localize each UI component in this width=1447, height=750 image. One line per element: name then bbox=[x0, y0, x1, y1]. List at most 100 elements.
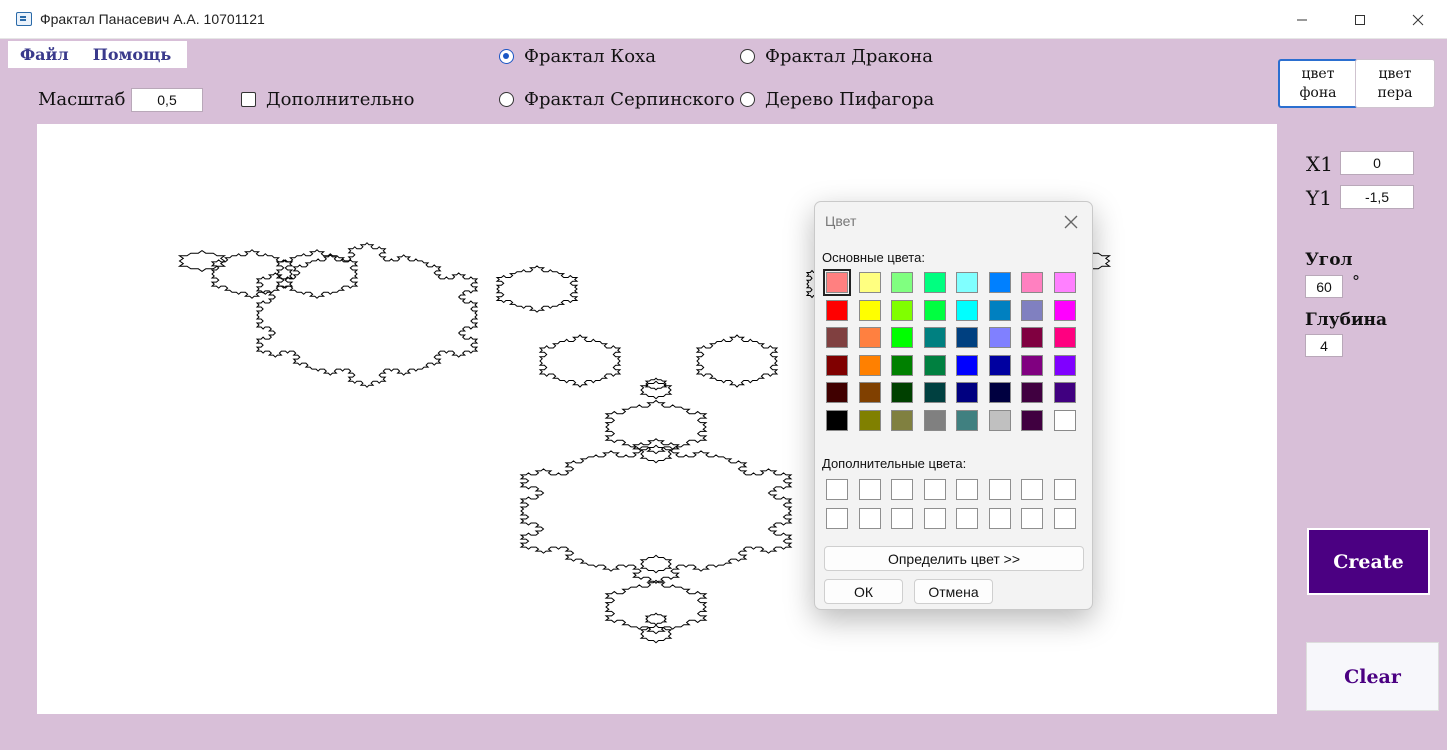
radio-koch[interactable]: Фрактал Коха bbox=[499, 46, 656, 67]
custom-color-swatch[interactable] bbox=[858, 508, 881, 529]
basic-color-swatch[interactable] bbox=[858, 272, 881, 293]
x1-input[interactable]: 0 bbox=[1340, 151, 1414, 175]
basic-color-swatch[interactable] bbox=[923, 327, 946, 348]
basic-color-swatch[interactable] bbox=[1053, 382, 1076, 403]
basic-color-swatch[interactable] bbox=[923, 272, 946, 293]
custom-color-swatch[interactable] bbox=[1021, 508, 1043, 529]
dialog-close-icon[interactable] bbox=[1061, 212, 1081, 232]
menu-file[interactable]: Файл bbox=[8, 45, 81, 64]
depth-input[interactable]: 4 bbox=[1305, 334, 1343, 357]
basic-color-swatch[interactable] bbox=[956, 354, 978, 376]
custom-color-swatch[interactable] bbox=[826, 508, 848, 529]
custom-color-swatch[interactable] bbox=[1053, 479, 1076, 500]
basic-color-swatch[interactable] bbox=[858, 409, 881, 431]
koch-snowflake-shape bbox=[538, 334, 622, 388]
minimize-button[interactable] bbox=[1273, 0, 1331, 39]
radio-sierpinski-dot[interactable] bbox=[499, 92, 514, 107]
basic-color-swatch[interactable] bbox=[1021, 382, 1043, 403]
bg-color-button[interactable]: цвет фона bbox=[1278, 59, 1358, 108]
custom-color-swatch[interactable] bbox=[891, 479, 913, 500]
angle-input[interactable]: 60 bbox=[1305, 275, 1343, 298]
bg-color-button-line2: фона bbox=[1299, 84, 1337, 101]
close-icon bbox=[1412, 14, 1424, 25]
basic-color-swatch[interactable] bbox=[858, 354, 881, 376]
basic-color-swatch[interactable] bbox=[1053, 354, 1076, 376]
radio-dragon-dot[interactable] bbox=[740, 49, 755, 64]
basic-color-swatch[interactable] bbox=[923, 409, 946, 431]
basic-color-swatch[interactable] bbox=[956, 299, 978, 321]
ok-button[interactable]: ОК bbox=[824, 579, 903, 604]
basic-color-swatch[interactable] bbox=[891, 409, 913, 431]
cancel-button[interactable]: Отмена bbox=[914, 579, 993, 604]
basic-color-swatch[interactable] bbox=[956, 409, 978, 431]
basic-color-swatch[interactable] bbox=[1021, 409, 1043, 431]
basic-color-swatch[interactable] bbox=[823, 269, 851, 296]
basic-color-swatch[interactable] bbox=[891, 272, 913, 293]
basic-color-swatch[interactable] bbox=[1021, 272, 1043, 293]
basic-color-swatch[interactable] bbox=[988, 272, 1011, 293]
radio-koch-dot[interactable] bbox=[499, 49, 514, 64]
basic-color-swatch[interactable] bbox=[826, 409, 848, 431]
custom-color-swatch[interactable] bbox=[923, 479, 946, 500]
clear-button[interactable]: Clear bbox=[1306, 642, 1439, 711]
menu-help[interactable]: Помощь bbox=[81, 45, 184, 64]
basic-color-swatch[interactable] bbox=[1021, 327, 1043, 348]
define-color-button[interactable]: Определить цвет >> bbox=[824, 546, 1084, 571]
custom-color-swatch[interactable] bbox=[826, 479, 848, 500]
basic-color-swatch[interactable] bbox=[988, 409, 1011, 431]
basic-color-swatch[interactable] bbox=[1053, 272, 1076, 293]
radio-sierpinski[interactable]: Фрактал Серпинского bbox=[499, 89, 735, 110]
koch-snowflake-shape bbox=[695, 334, 779, 388]
basic-color-swatch[interactable] bbox=[891, 354, 913, 376]
basic-color-swatch[interactable] bbox=[923, 354, 946, 376]
pen-color-button[interactable]: цвет пера bbox=[1355, 59, 1435, 108]
custom-color-swatch[interactable] bbox=[1053, 508, 1076, 529]
maximize-button[interactable] bbox=[1331, 0, 1389, 39]
basic-color-swatch[interactable] bbox=[1021, 299, 1043, 321]
scale-input[interactable]: 0,5 bbox=[131, 88, 203, 112]
bg-color-button-line1: цвет bbox=[1301, 65, 1335, 82]
basic-color-swatch[interactable] bbox=[858, 382, 881, 403]
basic-color-swatch[interactable] bbox=[988, 382, 1011, 403]
custom-color-swatch[interactable] bbox=[1021, 479, 1043, 500]
basic-color-swatch[interactable] bbox=[826, 327, 848, 348]
custom-color-swatch[interactable] bbox=[858, 479, 881, 500]
basic-color-swatch[interactable] bbox=[956, 272, 978, 293]
basic-color-swatch[interactable] bbox=[956, 382, 978, 403]
radio-pythagoras-dot[interactable] bbox=[740, 92, 755, 107]
basic-color-swatch[interactable] bbox=[858, 299, 881, 321]
basic-color-swatch[interactable] bbox=[891, 382, 913, 403]
close-button[interactable] bbox=[1389, 0, 1447, 39]
basic-color-swatch[interactable] bbox=[988, 327, 1011, 348]
radio-pythagoras[interactable]: Дерево Пифагора bbox=[740, 89, 934, 110]
basic-color-swatch[interactable] bbox=[891, 327, 913, 348]
custom-color-swatch[interactable] bbox=[891, 508, 913, 529]
extra-checkbox[interactable]: Дополнительно bbox=[241, 89, 414, 110]
basic-color-swatch[interactable] bbox=[923, 299, 946, 321]
basic-color-swatch[interactable] bbox=[988, 354, 1011, 376]
custom-color-swatch[interactable] bbox=[988, 479, 1011, 500]
color-dialog-title: Цвет bbox=[825, 213, 857, 229]
basic-color-swatch[interactable] bbox=[826, 382, 848, 403]
create-button[interactable]: Create bbox=[1307, 528, 1430, 595]
custom-color-swatch[interactable] bbox=[956, 508, 978, 529]
basic-color-swatch[interactable] bbox=[858, 327, 881, 348]
basic-color-swatch[interactable] bbox=[1053, 327, 1076, 348]
basic-color-swatch[interactable] bbox=[1053, 299, 1076, 321]
basic-color-swatch[interactable] bbox=[1053, 409, 1076, 431]
custom-color-swatch[interactable] bbox=[956, 479, 978, 500]
basic-colors-label: Основные цвета: bbox=[822, 250, 925, 265]
basic-color-swatch[interactable] bbox=[956, 327, 978, 348]
extra-checkbox-label: Дополнительно bbox=[266, 89, 415, 110]
custom-color-swatch[interactable] bbox=[988, 508, 1011, 529]
basic-color-swatch[interactable] bbox=[826, 299, 848, 321]
basic-color-swatch[interactable] bbox=[826, 354, 848, 376]
extra-checkbox-box[interactable] bbox=[241, 92, 256, 107]
radio-dragon[interactable]: Фрактал Дракона bbox=[740, 46, 933, 67]
basic-color-swatch[interactable] bbox=[891, 299, 913, 321]
y1-input[interactable]: -1,5 bbox=[1340, 185, 1414, 209]
basic-color-swatch[interactable] bbox=[1021, 354, 1043, 376]
basic-color-swatch[interactable] bbox=[923, 382, 946, 403]
basic-color-swatch[interactable] bbox=[988, 299, 1011, 321]
custom-color-swatch[interactable] bbox=[923, 508, 946, 529]
